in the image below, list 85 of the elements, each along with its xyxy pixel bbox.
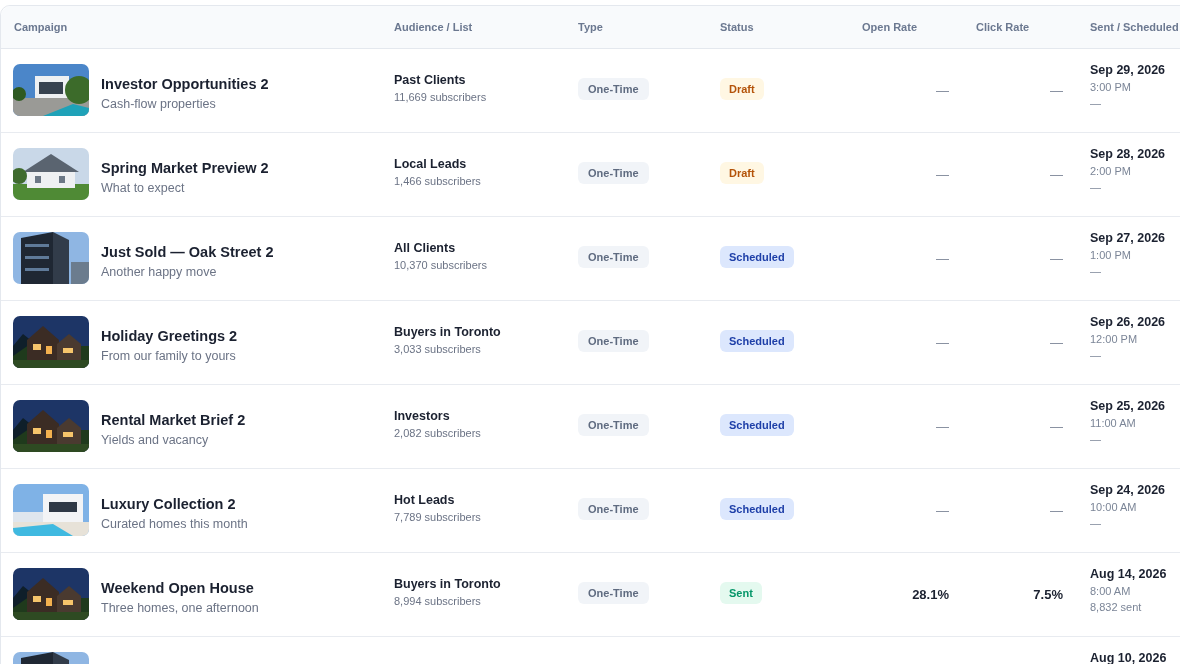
send-time: 8:00 AM — [1090, 585, 1132, 597]
status-tag: Sent — [720, 582, 762, 604]
campaign-subtitle: What to expect — [101, 180, 186, 195]
subscriber-count: 8,994 subscribers — [394, 595, 482, 607]
campaign-name[interactable]: Spring Market Preview 2 — [101, 159, 269, 176]
column-header[interactable]: Open Rate — [849, 21, 963, 33]
type-tag: One-Time — [578, 582, 649, 604]
campaign-subtitle: Another happy move — [101, 264, 218, 279]
subscriber-count: 11,669 subscribers — [394, 91, 488, 103]
column-header[interactable]: Click Rate — [963, 21, 1077, 33]
sent-count: — — [1090, 433, 1102, 445]
column-header[interactable]: Audience / List — [381, 21, 565, 33]
subscriber-count: 1,466 subscribers — [394, 175, 482, 187]
type-tag: One-Time — [578, 246, 649, 268]
send-time: 3:00 PM — [1090, 81, 1132, 93]
status-tag: Scheduled — [720, 498, 794, 520]
send-time: 1:00 PM — [1090, 249, 1132, 261]
column-header[interactable]: Sent / Scheduled — [1077, 21, 1180, 33]
send-time: 11:00 AM — [1090, 417, 1137, 429]
column-header[interactable]: Type — [565, 21, 707, 33]
audience-name: Past Clients — [394, 73, 467, 87]
open-rate: 28.1% — [912, 587, 949, 602]
type-tag: One-Time — [578, 330, 649, 352]
click-rate: — — [1050, 419, 1063, 434]
campaign-subtitle: Curated homes this month — [101, 516, 248, 531]
audience-name: Buyers in Toronto — [394, 325, 502, 339]
send-time: 10:00 AM — [1090, 501, 1138, 513]
click-rate: 7.5% — [1033, 587, 1063, 602]
sent-count: 8,832 sent — [1090, 601, 1143, 613]
audience-name: Investors — [394, 409, 451, 423]
click-rate: — — [1050, 251, 1063, 266]
sent-count: — — [1090, 265, 1102, 277]
status-tag: Scheduled — [720, 414, 794, 436]
open-rate: — — [936, 335, 949, 350]
subscriber-count: 3,033 subscribers — [394, 343, 482, 355]
audience-name: Local Leads — [394, 157, 468, 171]
sent-count: — — [1090, 181, 1102, 193]
subscriber-count: 10,370 subscribers — [394, 259, 488, 271]
column-header[interactable]: Status — [707, 21, 849, 33]
sent-count: — — [1090, 349, 1102, 361]
sent-count: — — [1090, 517, 1102, 529]
campaign-name[interactable]: Weekend Open House — [101, 579, 259, 596]
status-tag: Draft — [720, 78, 764, 100]
campaign-name[interactable]: Investor Opportunities 2 — [101, 75, 269, 92]
status-tag: Scheduled — [720, 246, 794, 268]
send-date: Sep 29, 2026 — [1090, 63, 1167, 77]
type-tag: One-Time — [578, 78, 649, 100]
send-date: Sep 25, 2026 — [1090, 399, 1167, 413]
send-date: Sep 27, 2026 — [1090, 231, 1167, 245]
click-rate: — — [1050, 335, 1063, 350]
open-rate: — — [936, 503, 949, 518]
campaign-subtitle: Cash-flow properties — [101, 96, 217, 111]
open-rate: — — [936, 83, 949, 98]
open-rate: — — [936, 419, 949, 434]
type-tag: One-Time — [578, 414, 649, 436]
campaign-name[interactable]: Holiday Greetings 2 — [101, 327, 238, 344]
audience-name: All Clients — [394, 241, 457, 255]
campaign-subtitle: From our family to yours — [101, 348, 237, 363]
campaign-name[interactable]: Luxury Collection 2 — [101, 495, 248, 512]
audience-name: Hot Leads — [394, 493, 456, 507]
send-date: Sep 26, 2026 — [1090, 315, 1167, 329]
click-rate: — — [1050, 83, 1063, 98]
audience-name: Buyers in Toronto — [394, 577, 502, 591]
send-time: 12:00 PM — [1090, 333, 1139, 345]
subscriber-count: 2,082 subscribers — [394, 427, 482, 439]
campaign-name[interactable]: Rental Market Brief 2 — [101, 411, 246, 428]
campaign-name[interactable]: Just Sold — Oak Street 2 — [101, 243, 274, 260]
send-date: Aug 10, 2026 — [1090, 651, 1168, 664]
send-date: Sep 28, 2026 — [1090, 147, 1167, 161]
send-date: Sep 24, 2026 — [1090, 483, 1167, 497]
column-header[interactable]: Campaign — [1, 21, 381, 33]
click-rate: — — [1050, 503, 1063, 518]
subscriber-count: 7,789 subscribers — [394, 511, 482, 523]
click-rate: — — [1050, 167, 1063, 182]
send-date: Aug 14, 2026 — [1090, 567, 1168, 581]
open-rate: — — [936, 167, 949, 182]
send-time: 2:00 PM — [1090, 165, 1132, 177]
type-tag: One-Time — [578, 162, 649, 184]
campaign-subtitle: Three homes, one afternoon — [101, 600, 259, 615]
open-rate: — — [936, 251, 949, 266]
status-tag: Draft — [720, 162, 764, 184]
status-tag: Scheduled — [720, 330, 794, 352]
sent-count: — — [1090, 97, 1102, 109]
type-tag: One-Time — [578, 498, 649, 520]
campaign-subtitle: Yields and vacancy — [101, 432, 210, 447]
